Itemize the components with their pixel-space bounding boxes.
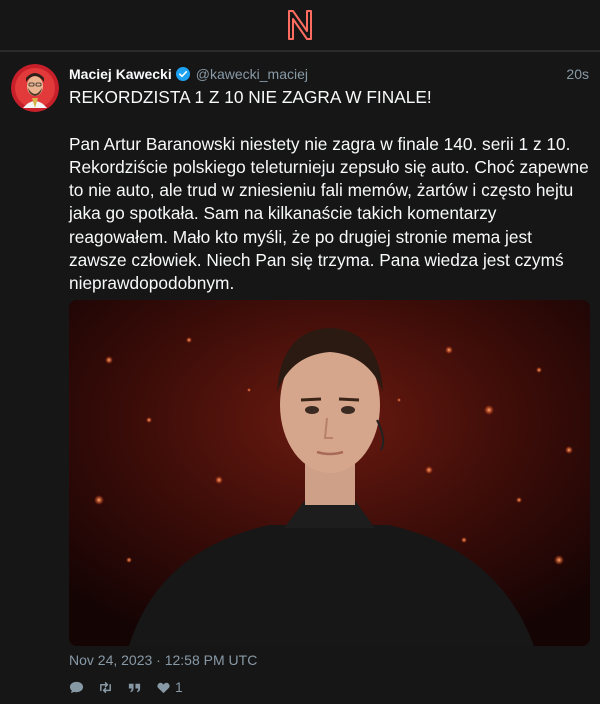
tweet-card: Maciej Kawecki @kawecki_maciej 20s REKOR…: [0, 51, 600, 704]
tweet-header: Maciej Kawecki @kawecki_maciej 20s: [69, 66, 589, 82]
reply-stat[interactable]: [69, 680, 88, 695]
nitter-logo[interactable]: [286, 9, 314, 41]
avatar[interactable]: [11, 64, 59, 112]
retweet-icon: [100, 681, 111, 693]
like-stat[interactable]: 1: [156, 679, 183, 695]
verified-badge-icon: [175, 67, 190, 81]
tweet-content: REKORDZISTA 1 Z 10 NIE ZAGRA W FINALE! P…: [69, 87, 589, 294]
quote-icon: [128, 683, 141, 692]
comment-icon: [69, 681, 84, 693]
retweet-stat[interactable]: [98, 680, 117, 695]
top-bar: [0, 0, 600, 51]
fullname[interactable]: Maciej Kawecki: [69, 66, 172, 82]
tweet-date[interactable]: Nov 24, 2023 · 12:58 PM UTC: [69, 652, 257, 668]
tweet-media-image[interactable]: [69, 300, 590, 646]
heart-icon: [157, 682, 170, 693]
tweet-stats: 1: [69, 679, 193, 695]
like-count: 1: [175, 679, 183, 695]
username[interactable]: @kawecki_maciej: [196, 66, 308, 82]
quote-stat[interactable]: [127, 680, 146, 695]
tweet-time[interactable]: 20s: [566, 66, 589, 82]
